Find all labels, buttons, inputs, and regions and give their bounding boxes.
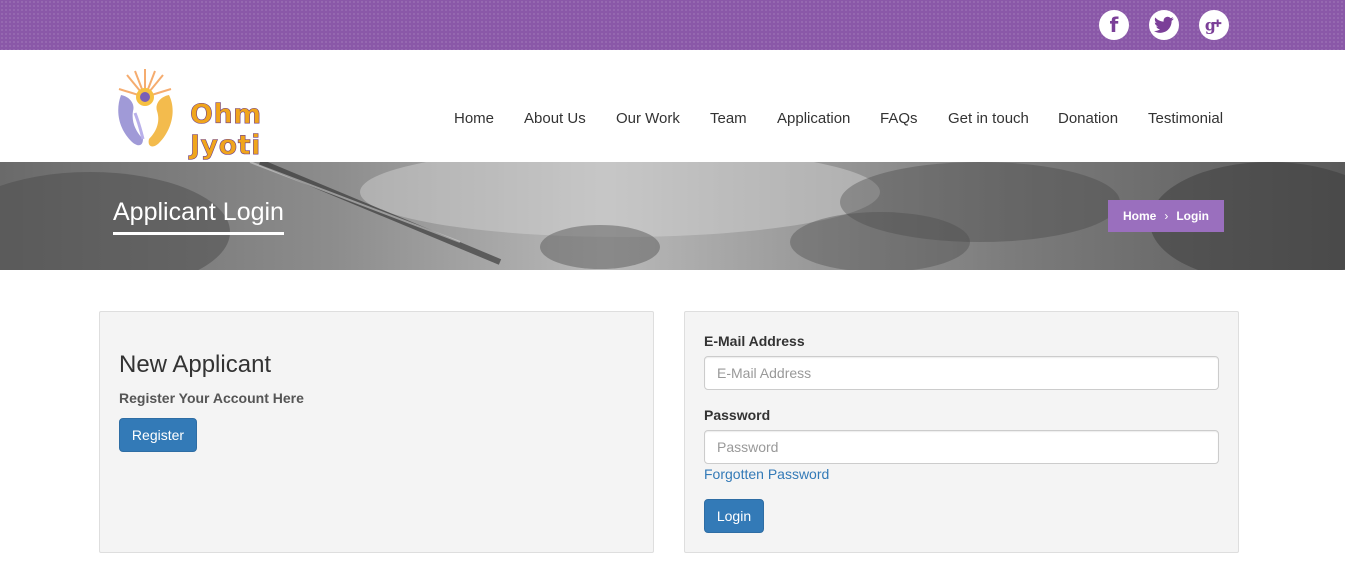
new-applicant-subtitle: Register Your Account Here [119,390,304,406]
login-button[interactable]: Login [704,499,764,533]
google-plus-link[interactable]: g [1199,10,1229,40]
page-title: Applicant Login [113,198,284,235]
nav-item-home[interactable]: Home [454,110,494,127]
nav-item-donation[interactable]: Donation [1058,110,1118,127]
logo-emblem-icon [118,69,173,147]
new-applicant-panel: New Applicant Register Your Account Here… [99,311,654,553]
password-field[interactable] [704,430,1219,464]
nav-item-our-work[interactable]: Our Work [616,110,680,127]
nav-item-team[interactable]: Team [710,110,747,127]
email-field[interactable] [704,356,1219,390]
login-panel: E-Mail Address Password Forgotten Passwo… [684,311,1239,553]
brand-name: Ohm Jyoti [190,99,262,162]
brand-logo[interactable]: Ohm Jyoti [113,67,338,161]
password-label: Password [704,407,771,423]
nav-item-testimonial[interactable]: Testimonial [1148,110,1223,127]
facebook-icon: f [1109,13,1119,37]
nav-item-application[interactable]: Application [777,110,850,127]
page-banner: Applicant Login Home › Login [0,162,1345,270]
top-social-bar: f g [0,0,1345,50]
register-button[interactable]: Register [119,418,197,452]
google-plus-icon: g [1205,16,1222,35]
breadcrumb-home-link[interactable]: Home [1123,209,1156,223]
svg-text:g: g [1205,16,1216,35]
breadcrumb-separator-icon: › [1164,209,1169,223]
forgotten-password-link[interactable]: Forgotten Password [704,466,829,482]
site-header: Ohm Jyoti Home About Us Our Work Team Ap… [0,50,1345,162]
email-label: E-Mail Address [704,333,805,349]
new-applicant-title: New Applicant [119,351,272,378]
twitter-icon [1154,16,1174,33]
facebook-link[interactable]: f [1099,10,1129,40]
breadcrumb: Home › Login [1108,200,1224,232]
breadcrumb-current: Login [1176,209,1209,223]
nav-item-about-us[interactable]: About Us [524,110,586,127]
twitter-link[interactable] [1149,10,1179,40]
nav-item-get-in-touch[interactable]: Get in touch [948,110,1029,127]
nav-item-faqs[interactable]: FAQs [880,110,918,127]
